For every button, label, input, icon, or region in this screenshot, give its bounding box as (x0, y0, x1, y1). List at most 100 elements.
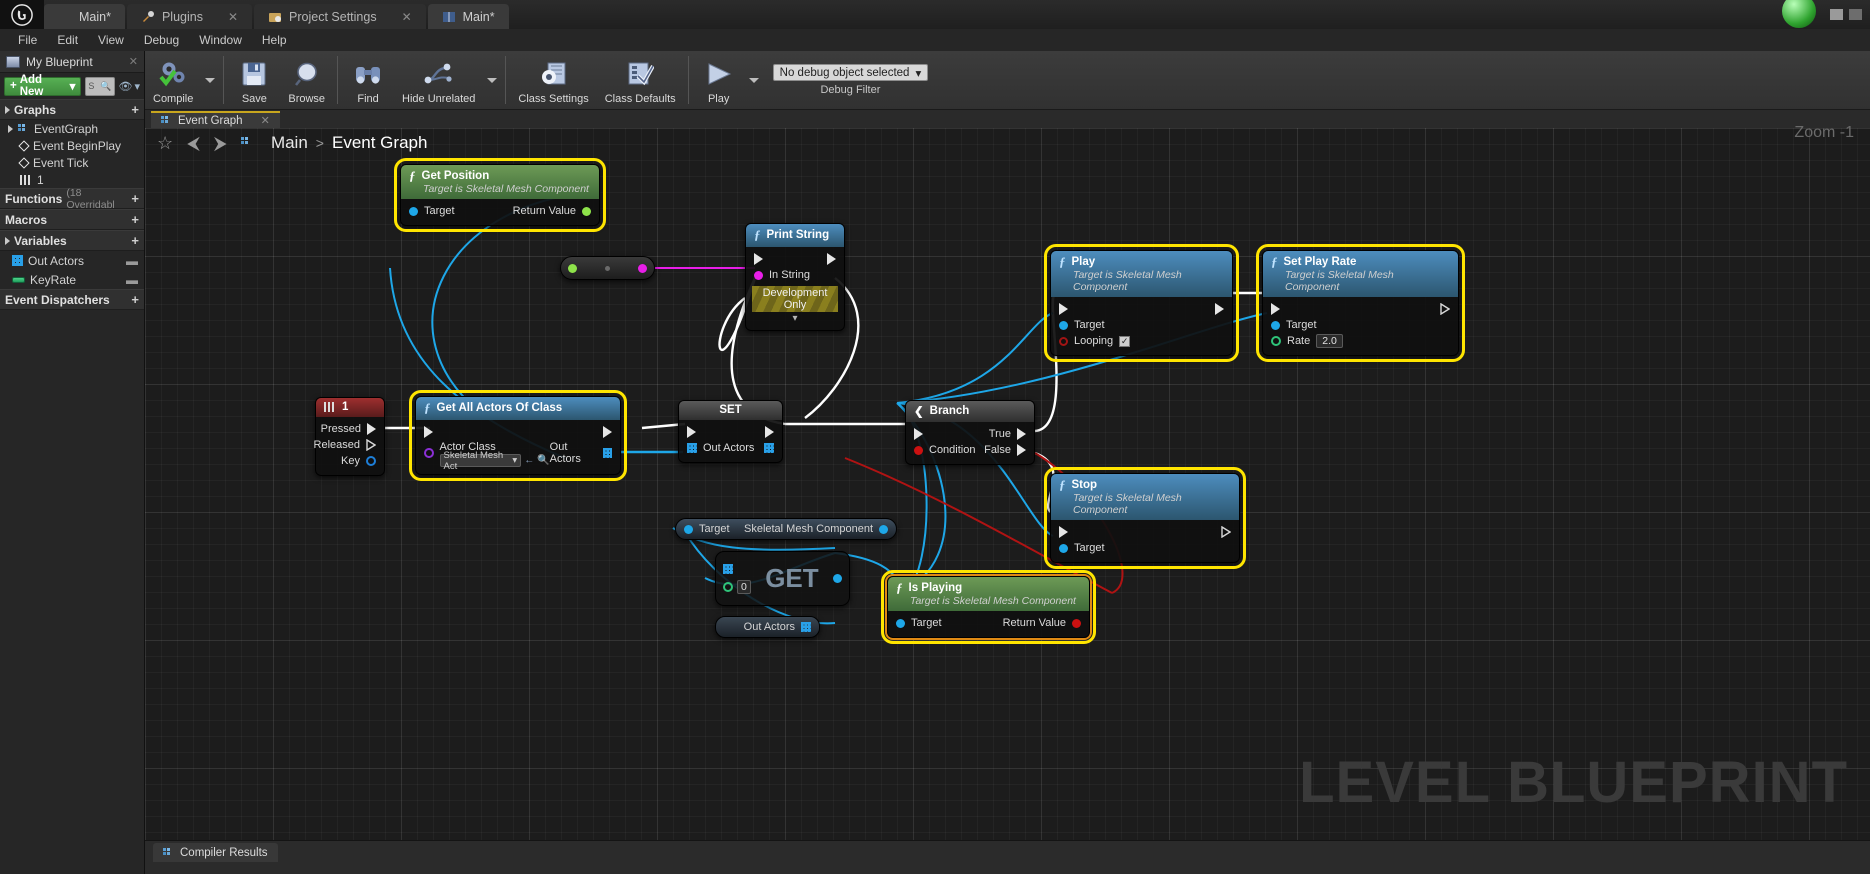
output-pin-icon[interactable] (879, 524, 888, 534)
menu-item-edit[interactable]: Edit (47, 33, 88, 47)
node-reroute[interactable] (560, 256, 655, 280)
exec-output-pin-icon[interactable] (765, 426, 774, 438)
compile-dropdown-icon[interactable] (205, 77, 216, 83)
exec-input-pin-icon[interactable] (1059, 526, 1068, 538)
input-pin-icon[interactable] (409, 206, 418, 216)
variable-options-icon[interactable]: ▬ (126, 273, 144, 287)
tree-item-key-1[interactable]: 1 (0, 171, 144, 188)
tab-event-graph[interactable]: Event Graph ✕ (151, 111, 280, 128)
exec-row[interactable] (416, 424, 620, 440)
input-pin-icon[interactable] (754, 270, 763, 280)
node-set-play-rate[interactable]: ƒ Set Play Rate Target is Skeletal Mesh … (1256, 244, 1465, 362)
reroute-input-pin-icon[interactable] (568, 263, 577, 273)
add-variable-icon[interactable]: + (131, 233, 139, 248)
node-set[interactable]: SET Out Actors (678, 400, 783, 463)
tree-item-eventgraph[interactable]: EventGraph (0, 120, 144, 137)
node-get-position[interactable]: ƒ Get Position Target is Skeletal Mesh C… (394, 158, 606, 232)
node-play[interactable]: ƒ Play Target is Skeletal Mesh Component… (1044, 244, 1239, 362)
use-selected-icon[interactable]: ← (524, 455, 534, 466)
exec-input-pin-icon[interactable] (687, 426, 696, 438)
reroute-output-pin-icon[interactable] (638, 263, 647, 273)
add-function-icon[interactable]: + (131, 191, 139, 206)
exec-output-released-pin-icon[interactable] (366, 439, 376, 451)
menu-item-debug[interactable]: Debug (134, 33, 189, 47)
exec-input-pin-icon[interactable] (1271, 303, 1280, 315)
menu-item-file[interactable]: File (8, 33, 47, 47)
bool-pin-icon[interactable] (1059, 336, 1068, 346)
pin-row[interactable]: In String (746, 267, 844, 283)
float-pin-icon[interactable] (1271, 336, 1281, 346)
pin-row[interactable]: Target (1263, 317, 1458, 333)
maximize-button[interactable] (1849, 9, 1862, 20)
rate-input[interactable]: 2.0 (1316, 334, 1343, 348)
section-variables[interactable]: Variables + (0, 230, 144, 251)
exec-input-pin-icon[interactable] (1059, 303, 1068, 315)
pin-row[interactable]: Target (1051, 317, 1232, 333)
pin-row[interactable]: Key (316, 453, 384, 469)
exec-row[interactable] (1051, 301, 1232, 317)
tab-compiler-results[interactable]: Compiler Results (153, 843, 278, 862)
exec-output-pin-icon[interactable] (1221, 526, 1231, 538)
output-pin-icon[interactable] (582, 206, 591, 216)
tree-item-event-tick[interactable]: Event Tick (0, 154, 144, 171)
close-icon[interactable]: ✕ (228, 10, 238, 24)
index-input-pin-icon[interactable] (723, 581, 733, 592)
pin-row[interactable]: Condition False (906, 442, 1034, 458)
exec-output-true-pin-icon[interactable] (1017, 428, 1026, 440)
event-graph-canvas[interactable]: LEVEL BLUEPRINT ƒ Get Position Target is… (145, 128, 1870, 840)
node-target-variable[interactable]: Target Skeletal Mesh Component (675, 518, 897, 540)
bool-input-pin-icon[interactable] (914, 445, 923, 455)
exec-input-pin-icon[interactable] (754, 253, 763, 265)
input-pin-icon[interactable] (896, 618, 905, 628)
node-print-string[interactable]: ƒ Print String In String Development Onl… (745, 223, 845, 331)
play-button[interactable]: Play (693, 51, 745, 109)
browse-button[interactable]: Browse (280, 51, 333, 109)
save-button[interactable]: Save (228, 51, 280, 109)
exec-output-pin-icon[interactable] (1440, 303, 1450, 315)
class-settings-button[interactable]: Class Settings (510, 51, 596, 109)
array-output-pin-icon[interactable] (801, 622, 811, 632)
debug-object-select[interactable]: No debug object selected ▾ (772, 64, 929, 81)
breadcrumb-root[interactable]: Main (271, 133, 308, 153)
window-tab-main-2[interactable]: Main* (427, 4, 509, 29)
exec-row[interactable] (1263, 301, 1458, 317)
exec-output-false-pin-icon[interactable] (1017, 444, 1026, 456)
window-tab-main-1[interactable]: Main* (44, 4, 125, 29)
close-icon[interactable]: ✕ (129, 55, 138, 68)
node-key-event-1[interactable]: 1 Pressed Released Key (314, 397, 385, 476)
find-button[interactable]: Find (342, 51, 394, 109)
node-get-all-actors-of-class[interactable]: ƒ Get All Actors Of Class Actor Class Sk… (409, 390, 627, 481)
section-event-dispatchers[interactable]: Event Dispatchers + (0, 289, 144, 310)
array-output-pin-icon[interactable] (602, 448, 612, 458)
output-pin-icon[interactable] (832, 574, 842, 583)
exec-input-pin-icon[interactable] (914, 428, 923, 440)
visibility-toggle[interactable]: 👁 ▾ (119, 80, 141, 93)
forward-arrow-icon[interactable]: ⮞ (214, 133, 227, 154)
input-pin-icon[interactable] (1059, 320, 1068, 330)
browse-icon[interactable]: 🔍 (537, 455, 549, 466)
back-arrow-icon[interactable]: ⮜ (187, 133, 200, 154)
menu-item-help[interactable]: Help (252, 33, 297, 47)
pin-row[interactable]: Target (1051, 540, 1239, 556)
search-input[interactable]: S 🔍 (85, 76, 115, 96)
hide-unrelated-dropdown-icon[interactable] (487, 77, 498, 83)
key-output-pin-icon[interactable] (366, 456, 376, 466)
array-index-input[interactable]: 0 (737, 579, 751, 594)
array-input-pin-icon[interactable] (723, 563, 733, 574)
exec-output-pin-icon[interactable] (827, 253, 836, 265)
node-stop[interactable]: ƒ Stop Target is Skeletal Mesh Component… (1044, 467, 1246, 569)
exec-row[interactable] (1051, 524, 1239, 540)
variable-item-keyrate[interactable]: KeyRate ▬ (0, 270, 144, 289)
class-defaults-button[interactable]: Class Defaults (597, 51, 684, 109)
exec-row[interactable] (746, 251, 844, 267)
array-input-pin-icon[interactable] (687, 443, 697, 453)
exec-output-pin-icon[interactable] (1215, 303, 1224, 315)
add-dispatcher-icon[interactable]: + (131, 292, 139, 307)
add-macro-icon[interactable]: + (131, 212, 139, 227)
section-functions[interactable]: Functions (18 Overridabl + (0, 187, 144, 211)
play-dropdown-icon[interactable] (748, 77, 759, 83)
window-tab-project-settings[interactable]: Project Settings ✕ (254, 4, 426, 29)
hide-unrelated-button[interactable]: Hide Unrelated (394, 51, 483, 109)
node-is-playing[interactable]: ƒ Is Playing Target is Skeletal Mesh Com… (881, 570, 1096, 644)
exec-row[interactable]: Released (314, 437, 384, 453)
